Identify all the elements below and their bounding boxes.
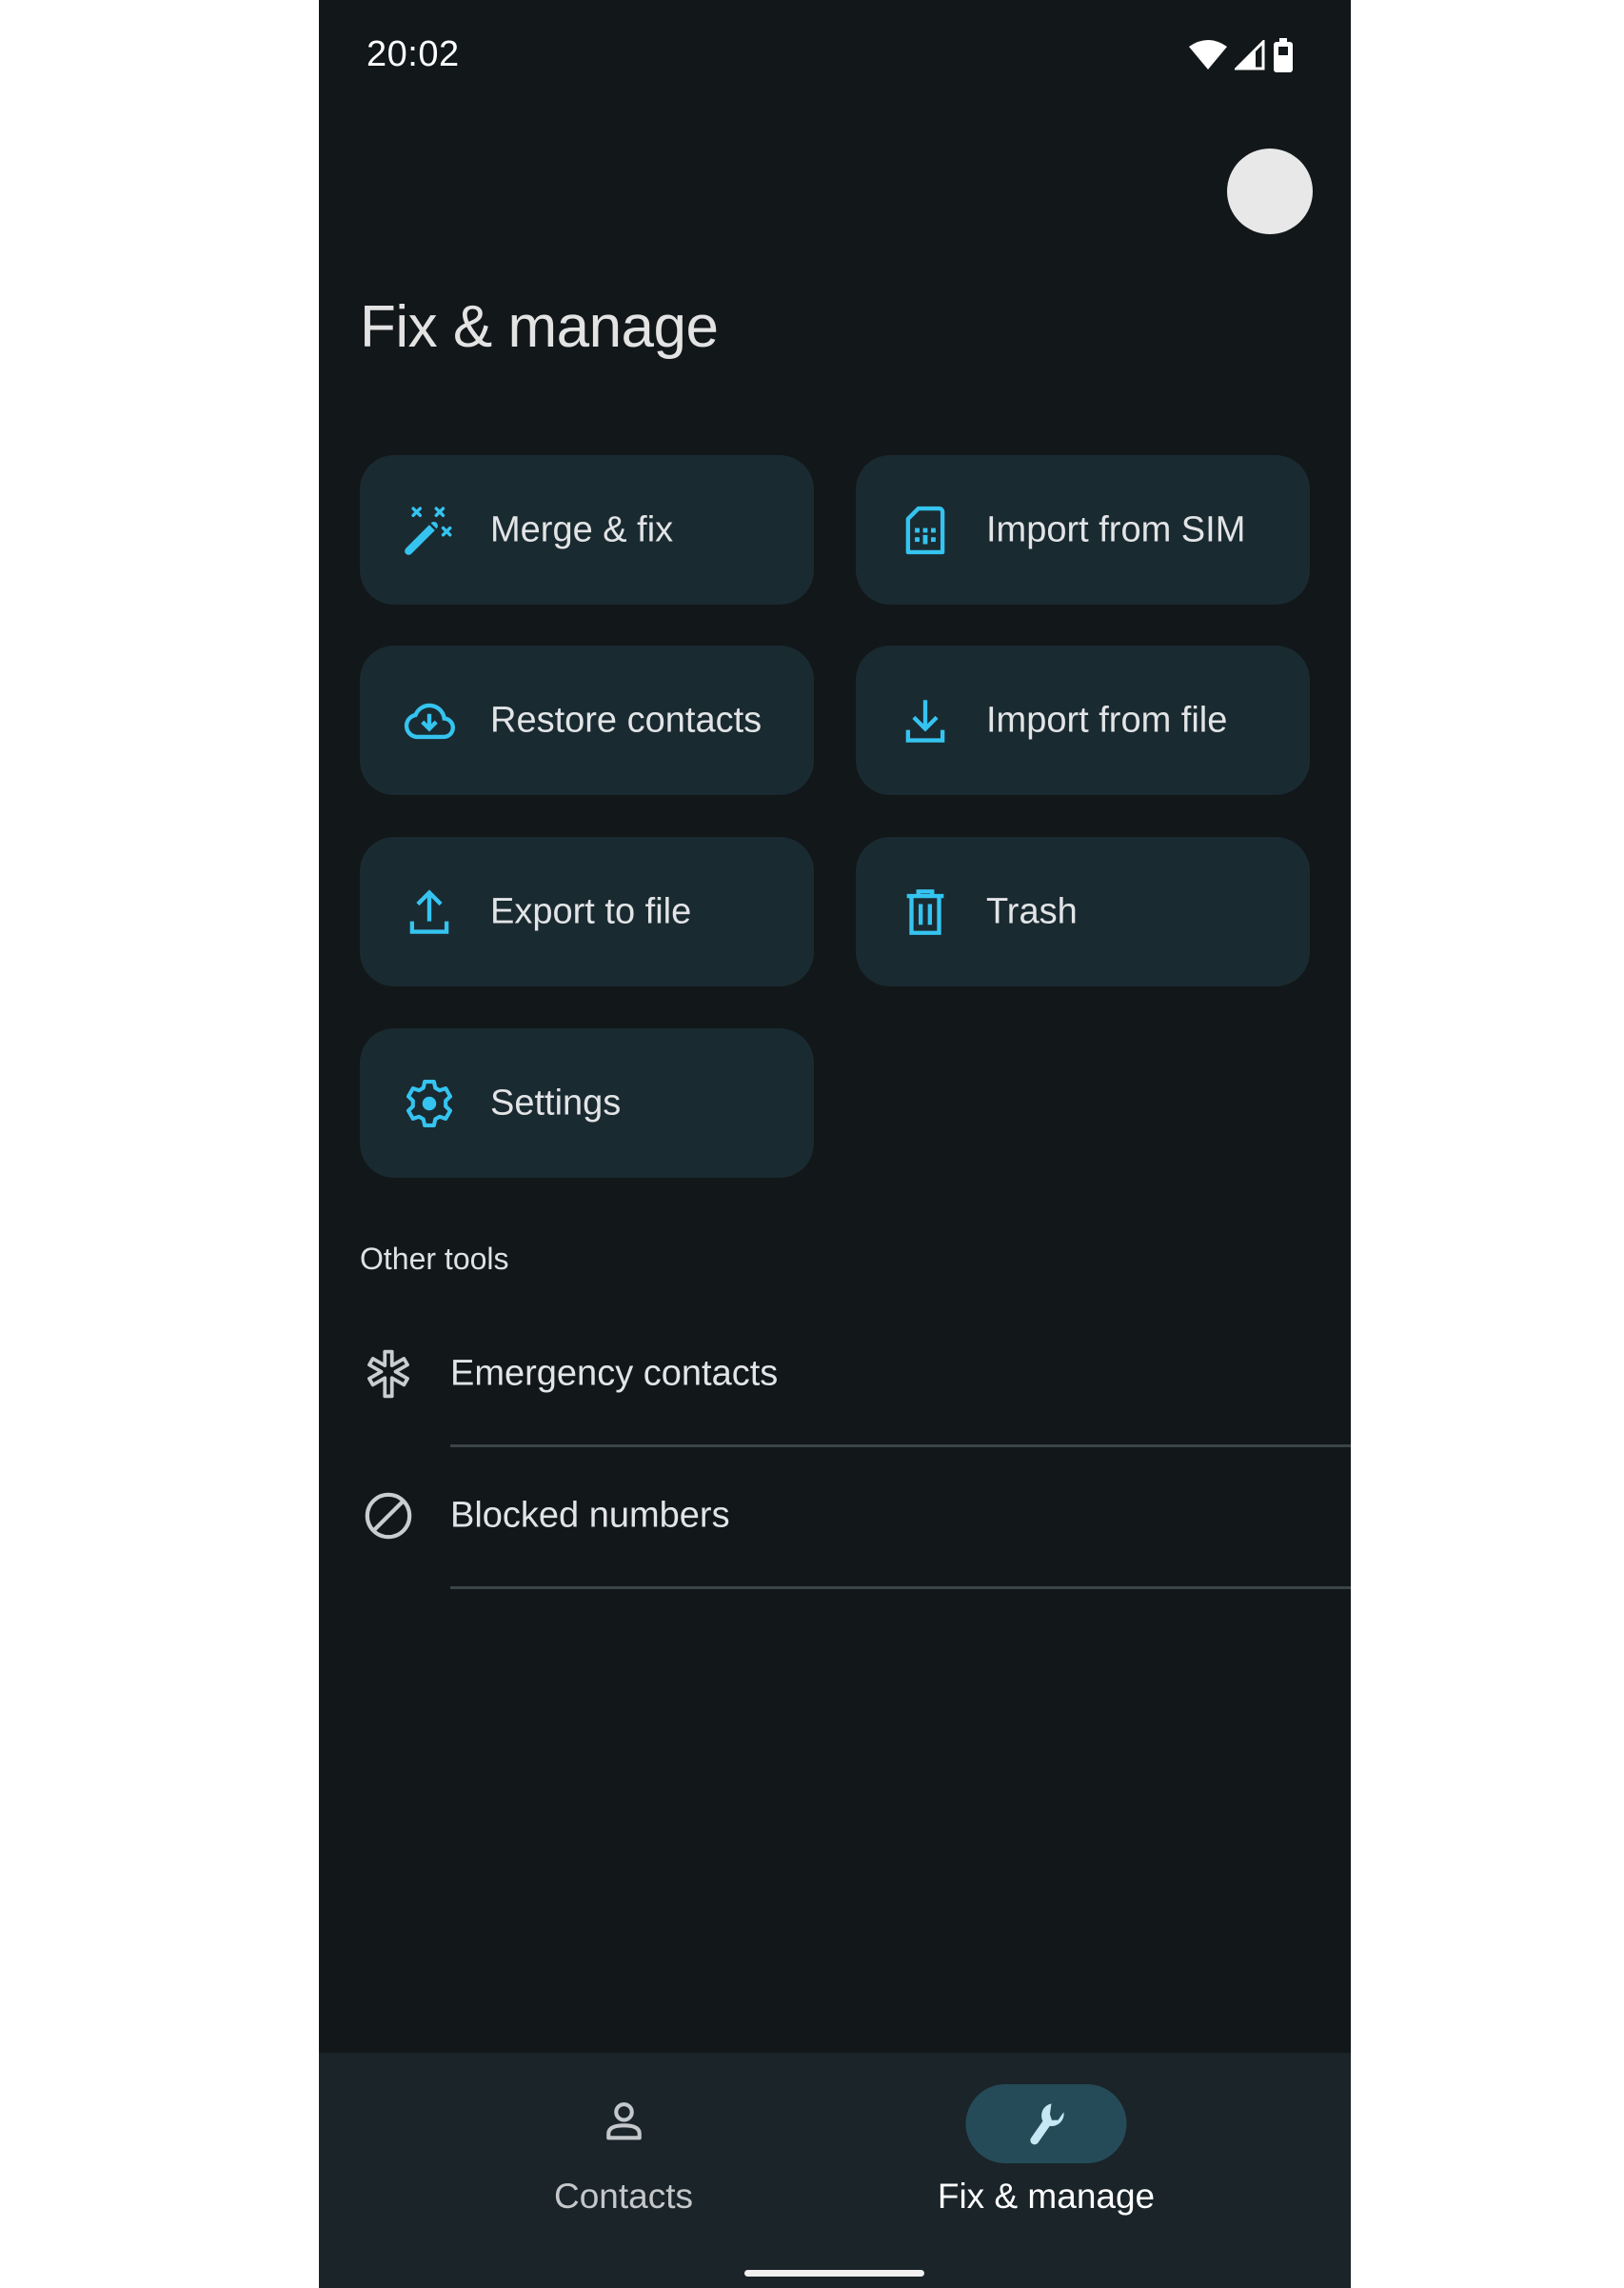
trash-icon: [898, 885, 953, 940]
nav-contacts-label: Contacts: [553, 2177, 693, 2216]
emergency-contacts-label: Emergency contacts: [450, 1353, 779, 1394]
settings-button[interactable]: Settings: [360, 1028, 814, 1178]
merge-fix-button[interactable]: Merge & fix: [360, 455, 814, 605]
blocked-numbers-item[interactable]: Blocked numbers: [319, 1446, 1351, 1585]
status-icons: [1189, 38, 1294, 77]
bottom-navigation: Contacts Fix & manage: [319, 2053, 1351, 2288]
person-icon: [599, 2097, 648, 2151]
nav-fix-manage-label: Fix & manage: [937, 2177, 1156, 2216]
medical-asterisk-icon: [361, 1346, 416, 1402]
emergency-contacts-item[interactable]: Emergency contacts: [319, 1304, 1351, 1443]
import-from-sim-label: Import from SIM: [986, 509, 1246, 549]
page-title: Fix & manage: [360, 294, 719, 360]
battery-icon: [1273, 38, 1294, 77]
nav-contacts-indicator: [544, 2084, 704, 2163]
phone-screen: 20:02 Fix & manage Merge & fix Import fr…: [319, 0, 1351, 2288]
wrench-icon: [1020, 2095, 1073, 2153]
cellular-signal-icon: [1233, 38, 1265, 75]
download-icon: [898, 693, 953, 748]
cloud-download-icon: [402, 693, 457, 748]
nav-fix-manage[interactable]: Fix & manage: [856, 2053, 1237, 2234]
nav-contacts[interactable]: Contacts: [433, 2053, 814, 2234]
divider: [450, 1586, 1351, 1589]
export-to-file-button[interactable]: Export to file: [360, 837, 814, 986]
restore-contacts-button[interactable]: Restore contacts: [360, 646, 814, 795]
gear-icon: [402, 1076, 457, 1131]
home-indicator[interactable]: [744, 2270, 924, 2277]
other-tools-heading: Other tools: [360, 1242, 509, 1276]
import-from-file-button[interactable]: Import from file: [856, 646, 1310, 795]
merge-fix-label: Merge & fix: [490, 509, 674, 549]
export-to-file-label: Export to file: [490, 891, 692, 931]
sim-card-icon: [898, 503, 953, 558]
blocked-numbers-label: Blocked numbers: [450, 1495, 730, 1536]
trash-label: Trash: [986, 891, 1078, 931]
account-avatar[interactable]: [1227, 149, 1313, 234]
settings-label: Settings: [490, 1083, 622, 1123]
upload-icon: [402, 885, 457, 940]
magic-wand-icon: [402, 503, 457, 558]
import-from-sim-button[interactable]: Import from SIM: [856, 455, 1310, 605]
restore-contacts-label: Restore contacts: [490, 700, 762, 740]
import-from-file-label: Import from file: [986, 700, 1228, 740]
wifi-icon: [1189, 39, 1227, 76]
trash-button[interactable]: Trash: [856, 837, 1310, 986]
block-icon: [361, 1488, 416, 1543]
status-time: 20:02: [366, 34, 460, 74]
nav-fix-manage-indicator: [965, 2084, 1127, 2163]
